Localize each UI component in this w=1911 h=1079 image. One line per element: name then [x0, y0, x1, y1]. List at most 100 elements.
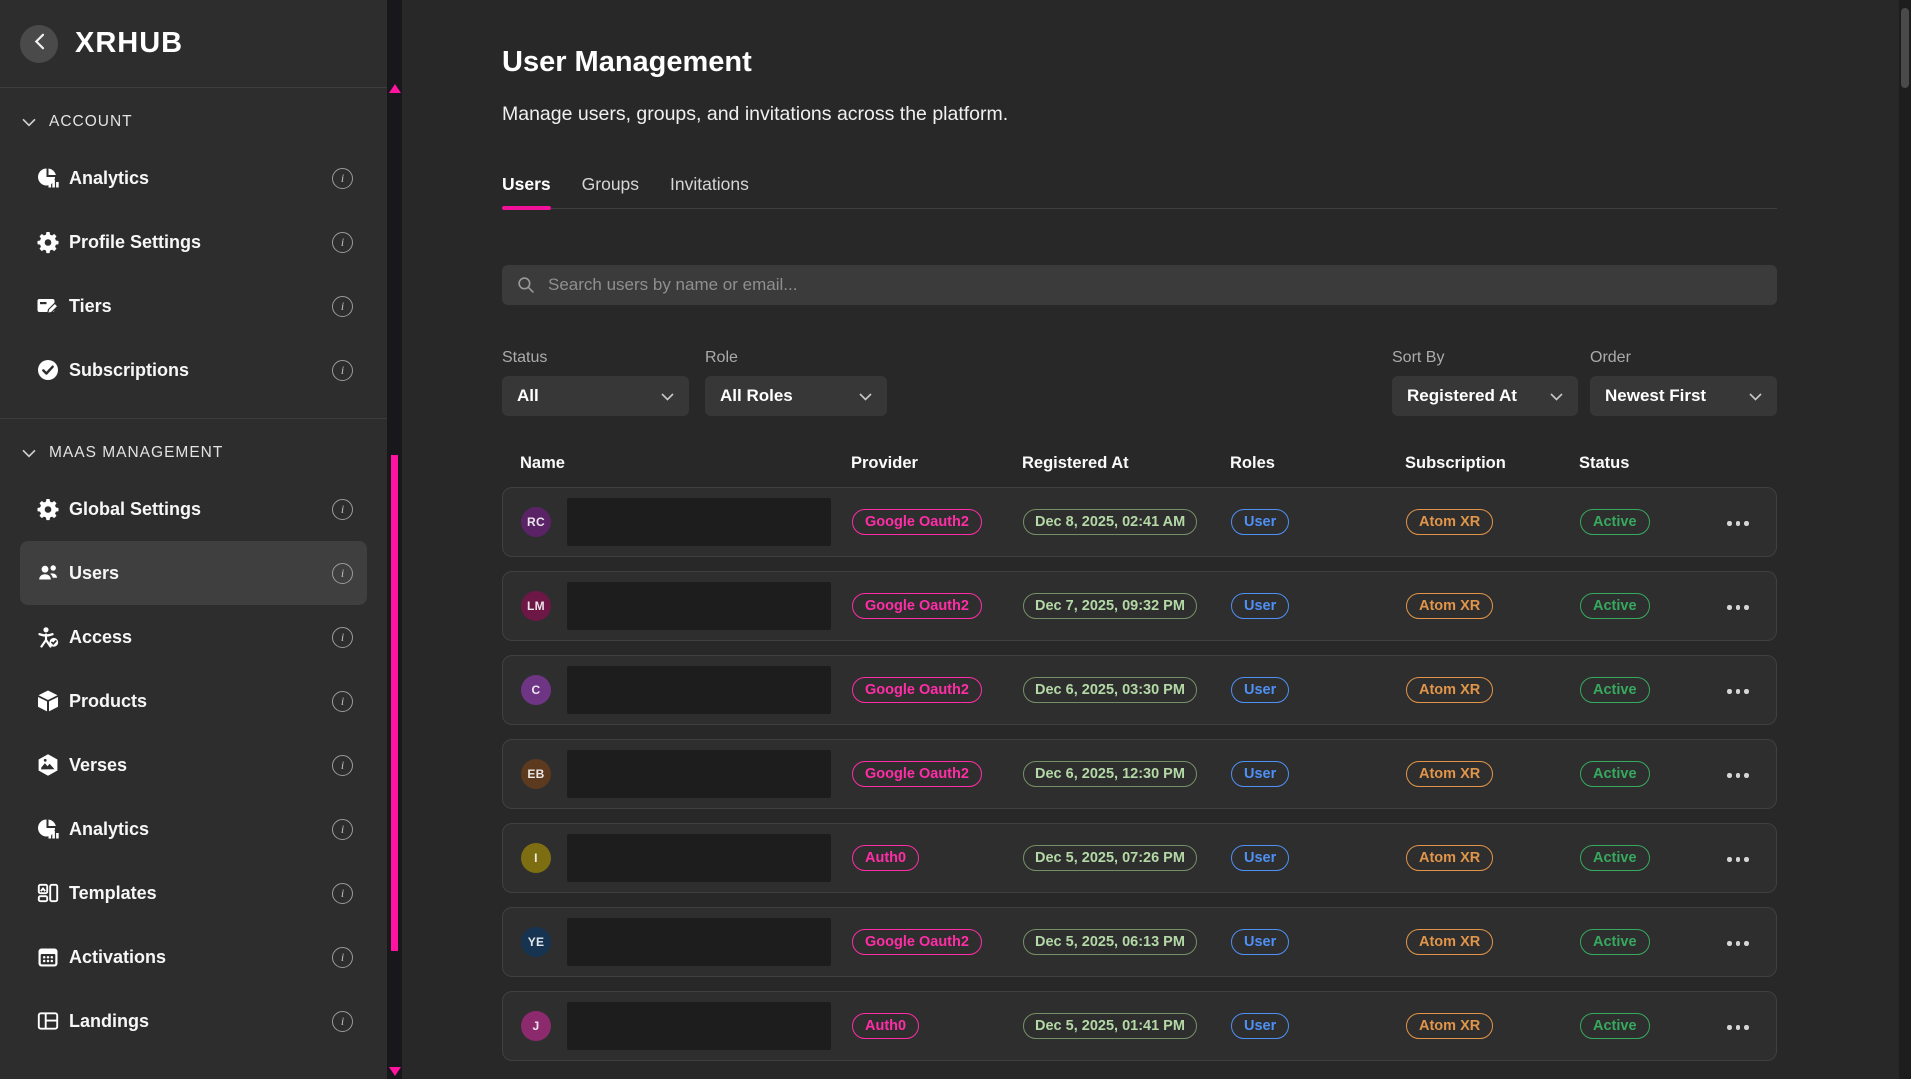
row-menu-button[interactable] — [1725, 1019, 1751, 1036]
chevron-down-icon — [1550, 386, 1563, 406]
table-row[interactable]: YE Google Oauth2 Dec 5, 2025, 06:13 PM U… — [502, 907, 1777, 977]
info-icon[interactable]: i — [332, 296, 353, 317]
row-menu-button[interactable] — [1725, 683, 1751, 700]
landings-icon — [36, 1009, 60, 1033]
role-badge: User — [1231, 1013, 1289, 1039]
row-menu-button[interactable] — [1725, 767, 1751, 784]
sidebar-section: ACCOUNT Analytics i Profile Settings i T… — [0, 98, 387, 402]
info-icon[interactable]: i — [332, 947, 353, 968]
sidebar-item-tiers[interactable]: Tiers i — [20, 274, 367, 338]
table-row[interactable]: LM Google Oauth2 Dec 7, 2025, 09:32 PM U… — [502, 571, 1777, 641]
collapse-sidebar-button[interactable] — [20, 25, 58, 63]
table-row[interactable]: EB Google Oauth2 Dec 6, 2025, 12:30 PM U… — [502, 739, 1777, 809]
gear-icon — [36, 230, 60, 254]
sidebar-item-verses[interactable]: Verses i — [20, 733, 367, 797]
info-icon[interactable]: i — [332, 755, 353, 776]
chevron-down-icon — [661, 386, 674, 406]
window-scrollbar-thumb[interactable] — [1901, 8, 1909, 88]
sidebar-scrollbar-thumb[interactable] — [391, 455, 398, 951]
sidebar-item-profile-settings[interactable]: Profile Settings i — [20, 210, 367, 274]
sidebar-scrollbar-track[interactable] — [387, 0, 402, 1079]
sidebar-item-subscriptions[interactable]: Subscriptions i — [20, 338, 367, 402]
sidebar-item-access[interactable]: Access i — [20, 605, 367, 669]
sidebar-item-activations[interactable]: Activations i — [20, 925, 367, 989]
templates-icon — [36, 881, 60, 905]
sidebar-item-users[interactable]: Users i — [20, 541, 367, 605]
filters-row: Status All Role All Roles Sort By Regist… — [502, 349, 1777, 416]
order-filter-label: Order — [1590, 349, 1777, 367]
sidebar-section: MAAS MANAGEMENT Global Settings i Users … — [0, 429, 387, 1053]
row-menu-button[interactable] — [1725, 515, 1751, 532]
check-circle-icon — [36, 358, 60, 382]
role-filter-select[interactable]: All Roles — [705, 376, 887, 416]
sidebar-divider — [0, 418, 387, 419]
status-badge: Active — [1580, 509, 1650, 535]
registered-at-badge: Dec 7, 2025, 09:32 PM — [1023, 593, 1197, 619]
order-filter-select[interactable]: Newest First — [1590, 376, 1777, 416]
role-filter: Role All Roles — [705, 349, 887, 416]
provider-badge: Auth0 — [852, 1013, 919, 1039]
sidebar-item-products[interactable]: Products i — [20, 669, 367, 733]
row-menu-button[interactable] — [1725, 935, 1751, 952]
info-icon[interactable]: i — [332, 819, 353, 840]
sidebar-item-analytics[interactable]: Analytics i — [20, 146, 367, 210]
tab-groups[interactable]: Groups — [582, 174, 639, 208]
status-badge: Active — [1580, 761, 1650, 787]
window-scrollbar-track[interactable] — [1899, 0, 1911, 1079]
analytics-icon — [36, 166, 60, 190]
info-icon[interactable]: i — [332, 883, 353, 904]
info-icon[interactable]: i — [332, 360, 353, 381]
page-subtitle: Manage users, groups, and invitations ac… — [502, 103, 1777, 126]
redacted-name — [567, 582, 831, 630]
activations-icon — [36, 945, 60, 969]
row-menu-button[interactable] — [1725, 851, 1751, 868]
search-input[interactable] — [546, 274, 1762, 296]
tab-invitations[interactable]: Invitations — [670, 174, 749, 208]
table-row[interactable]: RC Google Oauth2 Dec 8, 2025, 02:41 AM U… — [502, 487, 1777, 557]
status-filter-label: Status — [502, 349, 689, 367]
info-icon[interactable]: i — [332, 563, 353, 584]
provider-badge: Google Oauth2 — [852, 509, 982, 535]
sidebar-section-header[interactable]: MAAS MANAGEMENT — [0, 429, 387, 477]
column-header-status: Status — [1579, 454, 1724, 473]
users-icon — [36, 561, 60, 585]
status-filter-select[interactable]: All — [502, 376, 689, 416]
sidebar-item-landings[interactable]: Landings i — [20, 989, 367, 1053]
sidebar-section-items: Global Settings i Users i Access i Produ… — [0, 477, 387, 1053]
status-badge: Active — [1580, 845, 1650, 871]
registered-at-badge: Dec 5, 2025, 01:41 PM — [1023, 1013, 1197, 1039]
info-icon[interactable]: i — [332, 232, 353, 253]
avatar: C — [521, 675, 551, 705]
sidebar-section-header[interactable]: ACCOUNT — [0, 98, 387, 146]
column-header-registered-at: Registered At — [1022, 454, 1230, 473]
table-row[interactable]: J Auth0 Dec 5, 2025, 01:41 PM User Atom … — [502, 991, 1777, 1061]
sort-by-filter-value: Registered At — [1407, 386, 1517, 406]
sidebar-section-label: ACCOUNT — [49, 113, 133, 131]
role-badge: User — [1231, 509, 1289, 535]
info-icon[interactable]: i — [332, 1011, 353, 1032]
role-badge: User — [1231, 929, 1289, 955]
avatar: YE — [521, 927, 551, 957]
chevron-down-icon — [22, 449, 36, 458]
scroll-down-arrow-icon[interactable] — [389, 1067, 401, 1076]
sort-by-filter-select[interactable]: Registered At — [1392, 376, 1578, 416]
table-row[interactable]: C Google Oauth2 Dec 6, 2025, 03:30 PM Us… — [502, 655, 1777, 725]
status-badge: Active — [1580, 1013, 1650, 1039]
column-header-roles: Roles — [1230, 454, 1405, 473]
sidebar-item-analytics[interactable]: Analytics i — [20, 797, 367, 861]
sidebar-item-templates[interactable]: Templates i — [20, 861, 367, 925]
chevron-down-icon — [1749, 386, 1762, 406]
status-badge: Active — [1580, 677, 1650, 703]
chevron-left-icon — [34, 33, 45, 55]
info-icon[interactable]: i — [332, 691, 353, 712]
sidebar-item-global-settings[interactable]: Global Settings i — [20, 477, 367, 541]
order-filter-value: Newest First — [1605, 386, 1706, 406]
info-icon[interactable]: i — [332, 168, 353, 189]
info-icon[interactable]: i — [332, 499, 353, 520]
subscription-badge: Atom XR — [1406, 845, 1493, 871]
info-icon[interactable]: i — [332, 627, 353, 648]
table-row[interactable]: I Auth0 Dec 5, 2025, 07:26 PM User Atom … — [502, 823, 1777, 893]
row-menu-button[interactable] — [1725, 599, 1751, 616]
scroll-up-arrow-icon[interactable] — [389, 84, 401, 93]
tab-users[interactable]: Users — [502, 174, 551, 208]
